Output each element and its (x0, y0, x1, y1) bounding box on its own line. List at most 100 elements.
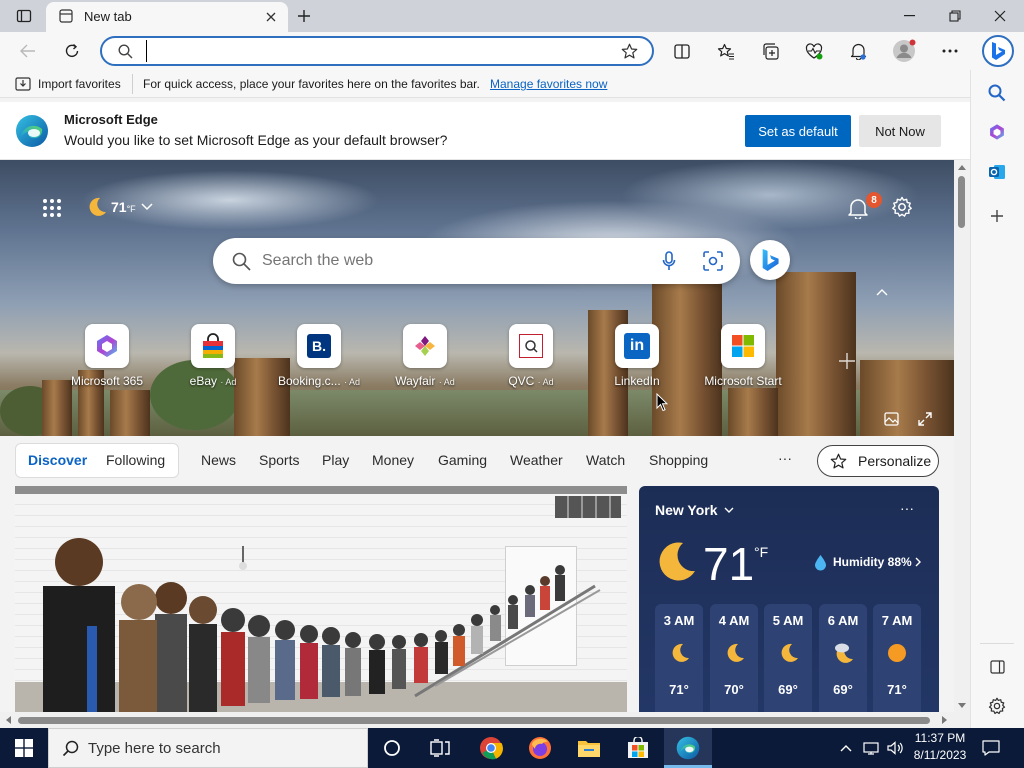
microsoft-logo-icon (732, 335, 754, 357)
restore-icon[interactable] (945, 6, 965, 26)
volume-icon[interactable] (886, 740, 904, 756)
image-info-icon[interactable] (882, 410, 900, 428)
partly-cloudy-night-icon (831, 640, 857, 664)
humidity-chevron-right-icon[interactable] (912, 555, 924, 569)
visual-search-icon[interactable] (702, 250, 724, 272)
quick-link-microsoft365[interactable] (85, 324, 129, 368)
scroll-left-icon[interactable] (3, 714, 13, 726)
collections-icon[interactable] (760, 41, 780, 61)
tab-sports[interactable]: Sports (259, 452, 299, 468)
copilot-icon[interactable] (982, 35, 1014, 67)
action-center-icon[interactable] (980, 738, 1002, 758)
firefox-icon[interactable] (527, 735, 553, 761)
settings-more-icon[interactable] (940, 41, 960, 61)
web-search-input[interactable] (262, 249, 642, 273)
chrome-icon[interactable] (478, 735, 504, 761)
cortana-icon[interactable] (380, 736, 404, 760)
import-favorites-button[interactable]: Import favorites (38, 77, 121, 91)
task-view-icon[interactable] (428, 736, 452, 760)
horizontal-scrollbar-thumb[interactable] (18, 717, 930, 724)
city-chevron-down-icon[interactable] (722, 505, 736, 515)
split-screen-icon[interactable] (672, 41, 692, 61)
quick-link-label: Wayfair · Ad (395, 374, 455, 388)
close-window-icon[interactable] (990, 6, 1010, 26)
chevron-down-icon[interactable] (140, 200, 154, 214)
hour-temp: 70° (724, 682, 744, 697)
quick-link-qvc[interactable] (509, 324, 553, 368)
moon-weather-icon (84, 195, 110, 219)
refresh-icon[interactable] (62, 41, 82, 61)
network-icon[interactable] (862, 740, 880, 756)
staircase-crowd (43, 538, 601, 712)
tab-gaming[interactable]: Gaming (438, 452, 487, 468)
edge-taskbar-icon[interactable] (675, 735, 701, 761)
taskbar-date[interactable]: 8/11/2023 (912, 748, 968, 762)
tab-news[interactable]: News (201, 452, 236, 468)
apps-grid-icon[interactable] (40, 196, 64, 220)
notifications-icon[interactable] (848, 41, 868, 61)
hour-temp: 71° (887, 682, 907, 697)
weather-unit: °F (754, 544, 769, 560)
microsoft365-icon (97, 335, 117, 357)
hero-temperature[interactable]: 71°F (111, 199, 136, 215)
sidebar-settings-gear-icon[interactable] (986, 695, 1008, 717)
profile-avatar[interactable] (892, 39, 916, 63)
manage-favorites-link[interactable]: Manage favorites now (490, 77, 607, 91)
scroll-down-icon[interactable] (956, 700, 968, 710)
weather-city[interactable]: New York (655, 502, 718, 518)
page-settings-gear-icon[interactable] (890, 195, 914, 219)
tab-discover[interactable]: Discover (28, 452, 87, 468)
favorites-icon[interactable] (716, 41, 736, 61)
scroll-up-icon[interactable] (956, 162, 968, 172)
ebay-bag-icon (203, 333, 223, 358)
news-card-image[interactable] (15, 486, 627, 712)
not-now-button[interactable]: Not Now (859, 115, 941, 147)
quick-link-booking[interactable]: B. (297, 324, 341, 368)
expand-background-icon[interactable] (916, 410, 934, 428)
taskbar-time[interactable]: 11:37 PM (912, 731, 968, 745)
tab-shopping[interactable]: Shopping (649, 452, 708, 468)
add-quick-link-icon[interactable] (836, 350, 858, 372)
vertical-scrollbar-thumb[interactable] (958, 176, 965, 228)
tab-following[interactable]: Following (106, 452, 165, 468)
close-tab-icon[interactable] (262, 8, 280, 26)
scroll-right-icon[interactable] (939, 714, 949, 726)
more-tabs-button[interactable]: ··· (778, 450, 792, 466)
minimize-icon[interactable] (900, 6, 920, 26)
sidebar-add-icon[interactable] (986, 205, 1008, 227)
address-input[interactable] (146, 40, 606, 62)
show-hidden-icons-chevron-icon[interactable] (838, 740, 854, 756)
windows-start-icon[interactable] (12, 738, 36, 758)
microsoft-store-icon[interactable] (625, 735, 651, 761)
sidebar-office-icon[interactable] (986, 121, 1008, 143)
quick-link-ebay[interactable] (191, 324, 235, 368)
tab-watch[interactable]: Watch (586, 452, 625, 468)
taskbar-search-placeholder[interactable]: Type here to search (88, 740, 221, 757)
personalize-star-icon (829, 452, 847, 470)
back-icon[interactable] (18, 41, 38, 61)
quick-link-microsoft-start[interactable] (721, 324, 765, 368)
new-tab-icon[interactable] (294, 6, 314, 26)
bing-chat-icon[interactable] (750, 240, 790, 280)
favorite-star-icon[interactable] (619, 41, 639, 61)
quick-link-label: Microsoft 365 (70, 374, 144, 388)
sidebar-outlook-icon[interactable] (986, 161, 1008, 183)
wayfair-icon (415, 336, 435, 356)
vertical-scrollbar[interactable] (954, 160, 970, 712)
set-default-button[interactable]: Set as default (745, 115, 851, 147)
hide-sidebar-icon[interactable] (986, 656, 1008, 678)
weather-more-button[interactable]: ··· (900, 500, 914, 516)
quick-link-wayfair[interactable] (403, 324, 447, 368)
sidebar-search-icon[interactable] (986, 82, 1008, 104)
file-explorer-icon[interactable] (576, 735, 602, 761)
tab-weather[interactable]: Weather (510, 452, 563, 468)
microphone-icon[interactable] (658, 250, 680, 272)
tab-actions-icon[interactable] (14, 6, 34, 26)
tab-new-tab[interactable] (46, 2, 288, 32)
humidity-label[interactable]: Humidity 88% (833, 555, 912, 569)
tab-play[interactable]: Play (322, 452, 349, 468)
quick-link-linkedin[interactable]: in (615, 324, 659, 368)
collapse-chevron-icon[interactable] (874, 286, 890, 298)
tab-money[interactable]: Money (372, 452, 414, 468)
browser-essentials-icon[interactable] (804, 41, 824, 61)
